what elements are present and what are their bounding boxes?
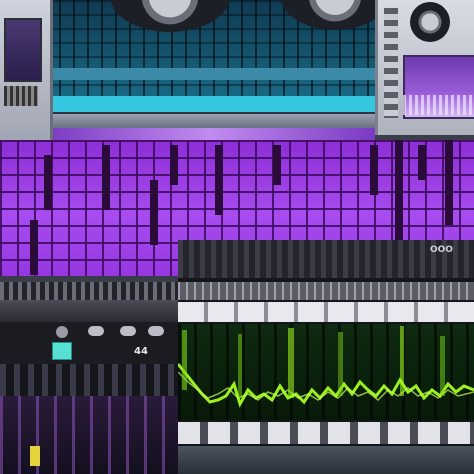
right-deck-skyline [403,95,473,115]
waveform-area[interactable] [176,324,474,420]
rack-button[interactable] [148,326,164,336]
right-deck [375,0,474,135]
level-bar [102,145,110,210]
level-bar [418,145,426,180]
left-deck [0,0,53,150]
rack-row [0,396,180,474]
level-bar [30,220,38,275]
level-bar [150,180,158,245]
floor-panel [178,446,474,474]
level-bar [44,155,52,210]
lcd-readout: 44 [134,346,148,357]
editor-ruler [178,282,474,300]
cyan-strip-2 [45,96,375,112]
lcd-display-icon [52,342,72,360]
level-bar [445,140,453,225]
level-bar [273,145,281,185]
speaker-icon [410,2,450,42]
editor-timeline[interactable] [178,302,474,322]
editor-transport[interactable] [178,422,474,444]
purple-strip [45,128,375,140]
indicator-light [30,446,40,466]
left-deck-screen [4,18,42,82]
rack-row [0,282,180,300]
rack-row [0,364,180,396]
level-bar [370,145,378,195]
editor-title: OOO [430,245,453,255]
grey-strip [45,114,375,128]
knob-icon[interactable] [56,326,68,338]
rack-row [0,300,180,322]
level-bar [170,145,178,185]
knob-icon[interactable] [384,8,398,118]
left-deck-keys[interactable] [4,86,38,106]
level-bar [395,140,403,240]
level-bar [215,145,223,215]
cyan-strip-1 [45,68,375,80]
rack-button[interactable] [120,326,136,336]
waveform [176,326,474,408]
rack-button[interactable] [88,326,104,336]
